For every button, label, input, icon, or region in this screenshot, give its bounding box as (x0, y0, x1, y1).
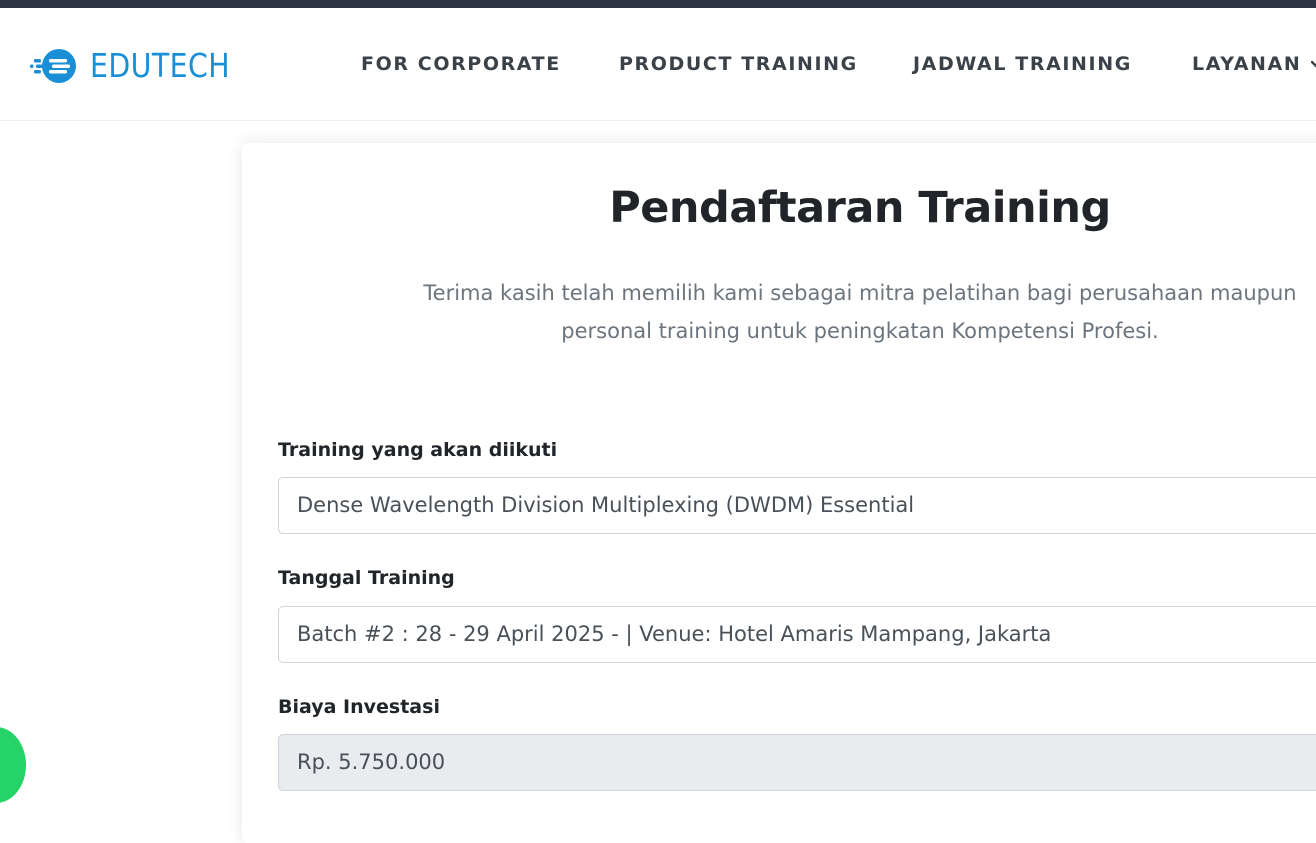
biaya-readonly-field: Rp. 5.750.000 (278, 734, 1316, 791)
subtitle-line-1: Terima kasih telah memilih kami sebagai … (423, 281, 1297, 305)
nav-item-layanan-label: LAYANAN (1192, 53, 1302, 75)
nav-item-jadwal-training[interactable]: JADWAL TRAINING (913, 52, 1132, 76)
biaya-field-label: Biaya Investasi (278, 696, 440, 718)
page-title: Pendaftaran Training (609, 183, 1111, 233)
subtitle-line-2: personal training untuk peningkatan Komp… (561, 319, 1159, 343)
chevron-down-icon (1311, 52, 1316, 76)
nav-item-for-corporate[interactable]: FOR CORPORATE (361, 52, 561, 76)
brand-name: EDUTECH (90, 46, 230, 85)
page-subtitle: Terima kasih telah memilih kami sebagai … (240, 274, 1316, 350)
brand-logo[interactable]: EDUTECH (28, 46, 253, 86)
training-select[interactable]: Dense Wavelength Division Multiplexing (… (278, 477, 1316, 534)
whatsapp-icon (0, 751, 6, 779)
top-strip (0, 0, 1316, 8)
tanggal-field-label: Tanggal Training (278, 567, 455, 589)
nav-item-layanan[interactable]: LAYANAN (1192, 52, 1316, 76)
training-field-label: Training yang akan diikuti (278, 439, 558, 461)
rocket-dots-logo-icon (30, 49, 76, 83)
nav-item-product-training[interactable]: PRODUCT TRAINING (619, 52, 858, 76)
tanggal-select[interactable]: Batch #2 : 28 - 29 April 2025 - | Venue:… (278, 606, 1316, 663)
whatsapp-chat-button[interactable] (0, 727, 26, 803)
navbar: EDUTECH FOR CORPORATE PRODUCT TRAINING J… (0, 8, 1316, 121)
